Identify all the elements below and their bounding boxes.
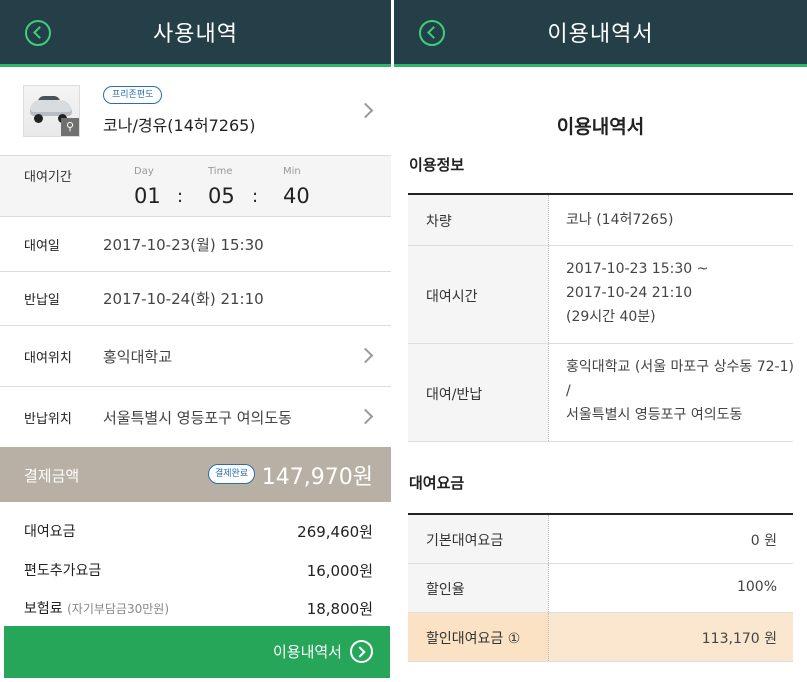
return-location-label: 반납위치 [24, 412, 72, 427]
min-unit: Min [283, 166, 301, 177]
usage-statement-button[interactable]: 이용내역서 [4, 626, 390, 678]
time-unit: Time [208, 166, 233, 177]
table-label-cell: 대여/반납 [408, 344, 549, 441]
chevron-circle-right-icon [350, 640, 373, 663]
fee-label: 편도추가요금 [24, 563, 102, 579]
table-label-cell: 할인율 [408, 564, 549, 612]
fee-value: 0 원 [750, 533, 777, 549]
rental-location-row[interactable]: 대여위치 홍익대학교 [0, 326, 391, 387]
table-row: 기본대여요금 0 원 [408, 515, 793, 564]
return-date-row: 반납일 2017-10-24(화) 21:10 [0, 271, 391, 326]
payment-bar: 결제금액 결제완료 147,970원 [0, 447, 391, 502]
table-label-cell: 차량 [408, 195, 549, 245]
rental-fee-table: 기본대여요금 0 원 할인율 100% 할인대여요금 ① 113,170 원 [408, 513, 793, 662]
magnifier-icon[interactable]: ⚲ [61, 118, 79, 136]
return-location-value: 서울특별시 영등포구 여의도동 [103, 409, 292, 427]
rental-period: 대여기간 Day Time Min 01 : 05 : 40 [0, 156, 391, 217]
table-row-highlighted: 할인대여요금 ① 113,170 원 [408, 613, 793, 662]
fee-value: 113,170 원 [701, 631, 777, 647]
usage-statement-button-label: 이용내역서 [272, 643, 342, 661]
document-title: 이용내역서 [556, 116, 645, 138]
return-location-row[interactable]: 반납위치 서울특별시 영등포구 여의도동 [0, 387, 391, 446]
fee-value: 100% [736, 579, 777, 595]
payment-amount: 147,970원 [261, 465, 373, 490]
fee-note: (자기부담금30만원) [67, 602, 170, 616]
usage-statement-screen: 이용내역서 이용내역서 이용정보 차량 코나 (14허7265) 대여시간 20… [394, 0, 807, 682]
day-value: 01 [134, 184, 161, 208]
fee-value: 18,800원 [306, 600, 373, 618]
car-wheel-front [34, 114, 43, 123]
time-value: 05 [208, 184, 235, 208]
usage-info-table: 차량 코나 (14허7265) 대여시간 2017-10-23 15:30 ~ … [408, 193, 794, 442]
usage-history-screen: 사용내역 ⚲ 프리존편도 코나/경유(14허7265) 대여기간 Day Tim… [0, 0, 391, 682]
separator: : [252, 186, 259, 207]
table-label-cell: 기본대여요금 [408, 515, 549, 563]
car-label: 차량 [426, 214, 452, 230]
page-title: 이용내역서 [547, 22, 654, 47]
rental-time-line: 2017-10-23 15:30 ~ [566, 261, 709, 277]
payment-status-badge: 결제완료 [208, 464, 256, 484]
return-date-value: 2017-10-24(화) 21:10 [103, 290, 264, 308]
rental-date-row: 대여일 2017-10-23(월) 15:30 [0, 217, 391, 272]
rental-time-label: 대여시간 [426, 289, 478, 305]
rental-location-value: 홍익대학교 [103, 348, 173, 366]
rental-date-label: 대여일 [24, 239, 60, 254]
table-row: 할인율 100% [408, 564, 793, 613]
fee-value: 269,460원 [297, 523, 373, 541]
return-location-line: 서울특별시 영등포구 여의도동 [566, 407, 743, 423]
chevron-right-icon [357, 102, 374, 119]
page-title: 사용내역 [153, 22, 238, 47]
zone-tag: 프리존편도 [103, 86, 163, 104]
table-row: 대여시간 2017-10-23 15:30 ~ 2017-10-24 21:10… [408, 246, 793, 344]
rental-period-label: 대여기간 [24, 170, 72, 185]
min-value: 40 [283, 184, 310, 208]
table-row: 차량 코나 (14허7265) [408, 195, 793, 246]
rental-location-label: 대여위치 [24, 351, 72, 366]
fee-label: 대여요금 [24, 524, 76, 540]
location-label: 대여/반납 [426, 387, 483, 403]
rental-date-value: 2017-10-23(월) 15:30 [103, 236, 264, 254]
header-bar: 이용내역서 [394, 0, 807, 66]
table-label-cell: 할인대여요금 ① [408, 613, 549, 661]
day-unit: Day [134, 166, 154, 177]
chevron-right-icon [357, 347, 374, 364]
car-name: 코나/경유(14허7265) [103, 116, 256, 135]
section-title-usage-info: 이용정보 [409, 156, 465, 174]
fee-label: 할인율 [426, 582, 465, 598]
separator: : [177, 186, 184, 207]
fee-label: 보험료 [24, 601, 63, 617]
car-value: 코나 (14허7265) [566, 212, 674, 228]
table-label-cell: 대여시간 [408, 246, 549, 343]
rental-location-line: 홍익대학교 (서울 마포구 상수동 72-1) [566, 359, 794, 375]
rental-duration: (29시간 40분) [566, 309, 656, 325]
fee-label[interactable]: 할인대여요금 ① [426, 628, 520, 648]
header-accent-line [394, 64, 807, 67]
rental-time-line: 2017-10-24 21:10 [566, 285, 693, 301]
section-title-rental-fee: 대여요금 [409, 474, 465, 492]
location-separator: / [566, 383, 571, 399]
table-row: 대여/반납 홍익대학교 (서울 마포구 상수동 72-1) / 서울특별시 영등… [408, 344, 794, 442]
fee-value: 16,000원 [306, 562, 373, 580]
chevron-right-icon [357, 408, 374, 425]
car-thumbnail[interactable]: ⚲ [23, 85, 80, 137]
fee-label: 기본대여요금 [426, 533, 504, 549]
insurance-fee-label: 보험료 (자기부담금30만원) [24, 598, 169, 618]
payment-label: 결제금액 [24, 467, 80, 485]
header-bar: 사용내역 [0, 0, 391, 66]
return-date-label: 반납일 [24, 293, 60, 308]
